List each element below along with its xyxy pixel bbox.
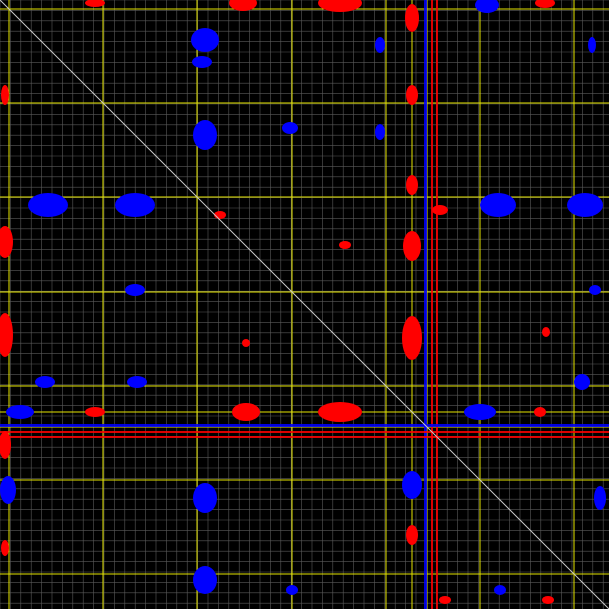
negative-peak (480, 193, 516, 217)
positive-peak (402, 316, 422, 360)
negative-peak (6, 405, 34, 419)
noise-streak (431, 0, 433, 609)
positive-peak (232, 403, 260, 421)
positive-peak (542, 327, 550, 337)
negative-peak (567, 193, 603, 217)
negative-peak (402, 471, 422, 499)
negative-peak (589, 285, 601, 295)
negative-peak (28, 193, 68, 217)
negative-peak (375, 37, 385, 53)
negative-peak (193, 566, 217, 594)
negative-peak (0, 476, 16, 504)
positive-peak (318, 402, 362, 422)
positive-peak (1, 85, 9, 105)
negative-peak (494, 585, 506, 595)
positive-peak (214, 211, 226, 219)
negative-peak (282, 122, 298, 134)
positive-peak (85, 407, 105, 417)
negative-peak (193, 483, 217, 513)
negative-peak (35, 376, 55, 388)
noise-streak (436, 0, 438, 609)
positive-peak (542, 596, 554, 604)
positive-peak (1, 540, 9, 556)
negative-peak (191, 28, 219, 52)
positive-peak (403, 231, 421, 261)
positive-peak (405, 4, 419, 32)
positive-peak (432, 205, 448, 215)
positive-peak (406, 85, 418, 105)
negative-peak (125, 284, 145, 296)
negative-peak (594, 486, 606, 510)
positive-peak (406, 525, 418, 545)
negative-peak (286, 585, 298, 595)
positive-peak (534, 407, 546, 417)
negative-peak (127, 376, 147, 388)
negative-peak (192, 56, 212, 68)
negative-peak (193, 120, 217, 150)
noise-streak (424, 0, 427, 609)
noise-streak (0, 436, 609, 438)
positive-peak (406, 175, 418, 195)
positive-peak (242, 339, 250, 347)
positive-peak (339, 241, 351, 249)
positive-peak (439, 596, 451, 604)
negative-peak (574, 374, 590, 390)
noise-streak (0, 431, 609, 433)
negative-peak (464, 404, 496, 420)
noise-streak (0, 424, 609, 427)
negative-peak (588, 37, 596, 53)
negative-peak (375, 124, 385, 140)
negative-peak (115, 193, 155, 217)
spectrum-viewport[interactable] (0, 0, 609, 609)
